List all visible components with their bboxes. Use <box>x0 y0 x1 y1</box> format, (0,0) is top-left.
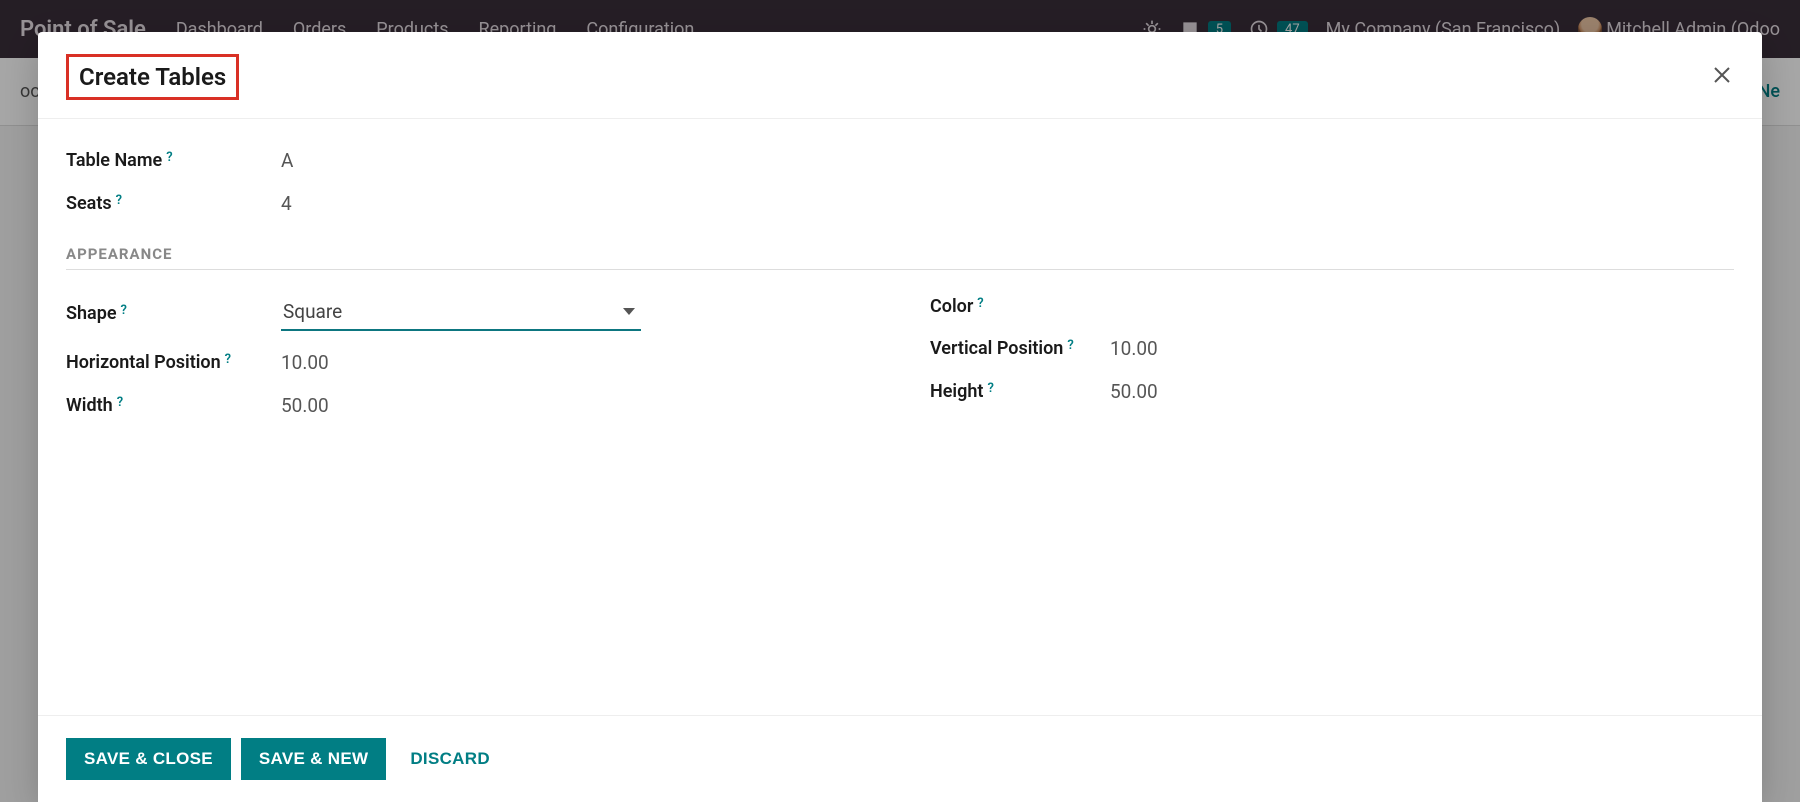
table-name-input[interactable]: A <box>281 149 293 172</box>
modal-header: Create Tables <box>38 32 1762 119</box>
height-label: Height ? <box>930 381 1110 402</box>
shape-label: Shape ? <box>66 303 281 324</box>
field-vpos: Vertical Position ? 10.00 <box>930 337 1734 360</box>
field-hpos: Horizontal Position ? 10.00 <box>66 351 870 374</box>
hpos-input[interactable]: 10.00 <box>281 351 329 374</box>
discard-button[interactable]: DISCARD <box>396 738 504 780</box>
height-input[interactable]: 50.00 <box>1110 380 1158 403</box>
width-input[interactable]: 50.00 <box>281 394 329 417</box>
help-icon[interactable]: ? <box>121 303 127 318</box>
appearance-section-title: APPEARANCE <box>66 245 1734 263</box>
help-icon[interactable]: ? <box>116 193 122 208</box>
help-icon[interactable]: ? <box>987 381 993 396</box>
field-shape: Shape ? Square <box>66 296 870 331</box>
field-seats: Seats ? 4 <box>66 192 1734 215</box>
width-label: Width ? <box>66 395 281 416</box>
field-table-name: Table Name ? A <box>66 149 1734 172</box>
table-name-label: Table Name ? <box>66 150 281 171</box>
section-divider <box>66 269 1734 270</box>
help-icon[interactable]: ? <box>225 352 231 367</box>
create-tables-modal: Create Tables Table Name ? A Seats ? 4 A… <box>38 32 1762 802</box>
save-new-button[interactable]: SAVE & NEW <box>241 738 386 780</box>
color-label: Color ? <box>930 296 1110 317</box>
seats-input[interactable]: 4 <box>281 192 292 215</box>
modal-title: Create Tables <box>66 54 239 100</box>
hpos-label: Horizontal Position ? <box>66 352 281 373</box>
help-icon[interactable]: ? <box>117 395 123 410</box>
help-icon[interactable]: ? <box>1067 338 1073 353</box>
save-close-button[interactable]: SAVE & CLOSE <box>66 738 231 780</box>
vpos-label: Vertical Position ? <box>930 338 1110 359</box>
help-icon[interactable]: ? <box>977 296 983 311</box>
modal-body: Table Name ? A Seats ? 4 APPEARANCE Shap… <box>38 119 1762 715</box>
field-width: Width ? 50.00 <box>66 394 870 417</box>
field-color: Color ? <box>930 296 1734 317</box>
vpos-input[interactable]: 10.00 <box>1110 337 1158 360</box>
chevron-down-icon <box>623 308 635 315</box>
modal-footer: SAVE & CLOSE SAVE & NEW DISCARD <box>38 715 1762 802</box>
field-height: Height ? 50.00 <box>930 380 1734 403</box>
seats-label: Seats ? <box>66 193 281 214</box>
shape-select[interactable]: Square <box>281 296 641 331</box>
close-icon[interactable] <box>1710 61 1734 94</box>
help-icon[interactable]: ? <box>166 150 172 165</box>
shape-value: Square <box>283 300 342 323</box>
